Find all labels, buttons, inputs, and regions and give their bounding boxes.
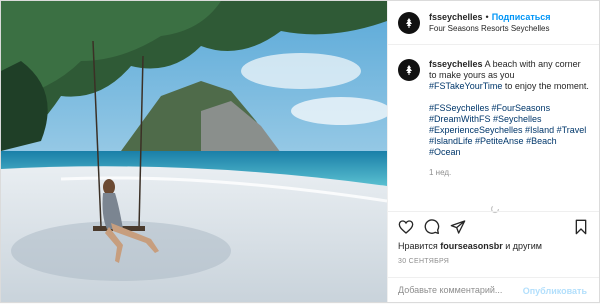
avatar[interactable] xyxy=(398,11,420,34)
caption-text-2: to enjoy the moment. xyxy=(504,81,589,91)
caption-avatar[interactable] xyxy=(398,59,420,81)
hashtag-link[interactable]: #FSTakeYourTime xyxy=(429,81,502,91)
location-link[interactable]: Four Seasons Resorts Seychelles xyxy=(429,23,551,35)
follow-button[interactable]: Подписаться xyxy=(492,11,551,23)
likes-line: Нравится fourseasonsbr и другим xyxy=(398,241,542,251)
heart-icon[interactable] xyxy=(398,219,414,235)
liker-username[interactable]: fourseasonsbr xyxy=(440,241,503,251)
time-ago[interactable]: 1 нед. xyxy=(429,167,589,178)
likes-prefix: Нравится xyxy=(398,241,438,251)
bookmark-icon[interactable] xyxy=(573,219,589,235)
action-bar xyxy=(388,211,599,237)
hashtag-line[interactable]: #ExperienceSeychelles #Island #Travel xyxy=(429,125,589,136)
hashtag-line[interactable]: #FSSeychelles #FourSeasons xyxy=(429,103,589,114)
caption-section: fsseychelles A beach with any corner to … xyxy=(398,59,589,178)
header-username[interactable]: fsseychelles xyxy=(429,11,483,23)
hashtag-line[interactable]: #Ocean xyxy=(429,147,589,158)
hashtag-list: #FSSeychelles #FourSeasons #DreamWithFS … xyxy=(429,103,589,158)
caption-username[interactable]: fsseychelles xyxy=(429,59,483,69)
post-photo[interactable] xyxy=(1,1,387,302)
comment-bar: Опубликовать xyxy=(388,277,599,304)
post-side-panel: fsseychelles • Подписаться Four Seasons … xyxy=(387,1,599,302)
four-seasons-tree-icon xyxy=(406,17,412,28)
publish-button[interactable]: Опубликовать xyxy=(523,286,587,296)
hashtag-line[interactable]: #IslandLife #PetiteAnse #Beach xyxy=(429,136,589,147)
comment-bubble-icon[interactable] xyxy=(424,219,440,235)
beach-swing-photo xyxy=(1,1,387,302)
paper-plane-icon[interactable] xyxy=(450,219,466,235)
post-header: fsseychelles • Подписаться Four Seasons … xyxy=(388,1,599,45)
post-date: 30 СЕНТЯБРЯ xyxy=(398,258,450,265)
four-seasons-tree-icon xyxy=(406,65,412,75)
instagram-post: fsseychelles • Подписаться Four Seasons … xyxy=(0,0,600,303)
separator-dot: • xyxy=(485,11,489,22)
hashtag-line[interactable]: #DreamWithFS #Seychelles xyxy=(429,114,589,125)
likes-suffix[interactable]: и другим xyxy=(505,241,542,251)
caption-text: fsseychelles A beach with any corner to … xyxy=(429,59,589,178)
